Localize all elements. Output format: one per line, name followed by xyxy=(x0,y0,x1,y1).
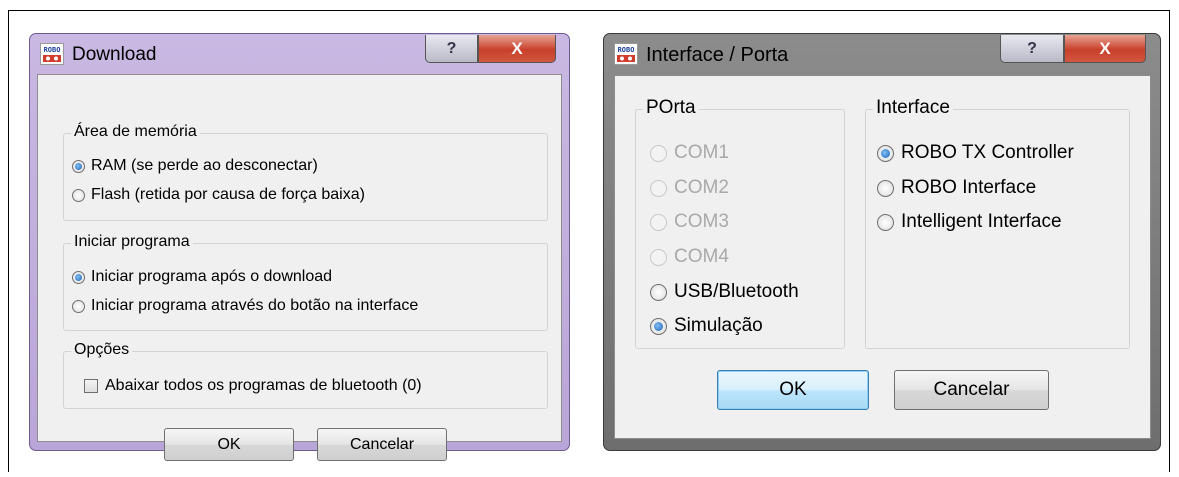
interface-port-dialog: ROBO Interface / Porta ? X POrta COM1 CO… xyxy=(603,33,1161,451)
close-icon: X xyxy=(511,38,523,58)
interface-ok-button[interactable]: OK xyxy=(717,370,869,410)
radio-com1-indicator xyxy=(650,144,667,162)
interface-cancel-button[interactable]: Cancelar xyxy=(894,370,1049,410)
radio-usb-bluetooth[interactable]: USB/Bluetooth xyxy=(650,281,799,303)
robo-icon-text: ROBO xyxy=(618,46,635,54)
close-button[interactable]: X xyxy=(478,35,556,63)
download-dialog: ROBO Download ? X Área de memória RAM (s… xyxy=(29,33,570,461)
start-program-group: Iniciar programa xyxy=(63,233,548,331)
interface-ok-label: OK xyxy=(779,379,807,400)
bluetooth-download-checkbox[interactable]: Abaixar todos os programas de bluetooth … xyxy=(84,377,422,395)
radio-start-via-button-indicator xyxy=(72,299,85,313)
download-cancel-label: Cancelar xyxy=(349,435,415,453)
close-icon: X xyxy=(1099,38,1111,58)
help-button[interactable]: ? xyxy=(1000,35,1064,63)
radio-com4-label: COM4 xyxy=(674,246,729,267)
help-button[interactable]: ? xyxy=(425,35,478,63)
radio-robo-tx-controller-label: ROBO TX Controller xyxy=(901,142,1074,163)
radio-start-after-download-label: Iniciar programa após o download xyxy=(91,268,333,285)
radio-robo-interface-label: ROBO Interface xyxy=(901,177,1037,198)
radio-com1[interactable]: COM1 xyxy=(650,142,729,164)
port-group-label: POrta xyxy=(643,97,699,119)
start-program-label: Iniciar programa xyxy=(71,233,193,251)
radio-robo-tx-controller[interactable]: ROBO TX Controller xyxy=(877,142,1074,164)
download-dialog-body: Área de memória RAM (se perde ao descone… xyxy=(37,74,562,461)
radio-ram-indicator xyxy=(72,159,85,173)
download-ok-button[interactable]: OK xyxy=(164,428,294,461)
radio-com3[interactable]: COM3 xyxy=(650,211,729,233)
radio-simulacao-indicator xyxy=(650,317,667,335)
interface-port-dialog-title: Interface / Porta xyxy=(646,44,789,66)
help-icon: ? xyxy=(1027,39,1037,57)
radio-robo-tx-controller-indicator xyxy=(877,144,894,162)
radio-com3-label: COM3 xyxy=(674,211,729,232)
memory-area-group: Área de memória xyxy=(63,123,548,221)
radio-usb-bluetooth-label: USB/Bluetooth xyxy=(674,281,799,302)
radio-intelligent-interface[interactable]: Intelligent Interface xyxy=(877,211,1062,233)
radio-start-after-download-indicator xyxy=(72,270,85,284)
interface-cancel-label: Cancelar xyxy=(933,379,1010,400)
radio-flash[interactable]: Flash (retida por causa de força baixa) xyxy=(72,186,365,204)
download-ok-label: OK xyxy=(217,435,241,453)
radio-intelligent-interface-indicator xyxy=(877,213,894,231)
interface-port-titlebar[interactable]: ROBO Interface / Porta ? X xyxy=(604,34,1160,74)
radio-ram[interactable]: RAM (se perde ao desconectar) xyxy=(72,157,318,175)
radio-simulacao[interactable]: Simulação xyxy=(650,315,763,337)
radio-ram-label: RAM (se perde ao desconectar) xyxy=(91,157,318,174)
radio-com2[interactable]: COM2 xyxy=(650,177,729,199)
memory-area-label: Área de memória xyxy=(71,123,200,141)
radio-com2-label: COM2 xyxy=(674,177,729,198)
options-label: Opções xyxy=(71,341,133,359)
radio-start-via-button-label: Iniciar programa através do botão na int… xyxy=(91,297,419,314)
radio-flash-indicator xyxy=(72,188,85,202)
radio-com2-indicator xyxy=(650,179,667,197)
radio-robo-interface[interactable]: ROBO Interface xyxy=(877,177,1036,199)
radio-com4-indicator xyxy=(650,248,667,266)
bluetooth-download-checkbox-box xyxy=(84,379,98,393)
radio-com1-label: COM1 xyxy=(674,142,729,163)
radio-start-via-button[interactable]: Iniciar programa através do botão na int… xyxy=(72,297,418,315)
robo-app-icon: ROBO xyxy=(40,43,64,65)
close-button[interactable]: X xyxy=(1064,35,1146,63)
radio-simulacao-label: Simulação xyxy=(674,315,763,336)
radio-com4[interactable]: COM4 xyxy=(650,246,729,268)
radio-start-after-download[interactable]: Iniciar programa após o download xyxy=(72,268,332,286)
robo-app-icon: ROBO xyxy=(614,43,638,65)
interface-port-dialog-body: POrta COM1 COM2 COM3 COM4 USB/Bluetooth … xyxy=(614,75,1151,439)
radio-intelligent-interface-label: Intelligent Interface xyxy=(901,211,1062,232)
bluetooth-download-checkbox-label: Abaixar todos os programas de bluetooth … xyxy=(105,377,422,394)
radio-com3-indicator xyxy=(650,213,667,231)
radio-flash-label: Flash (retida por causa de força baixa) xyxy=(91,186,365,203)
radio-robo-interface-indicator xyxy=(877,179,894,197)
download-titlebar[interactable]: ROBO Download ? X xyxy=(30,34,569,74)
radio-usb-bluetooth-indicator xyxy=(650,283,667,301)
robo-icon-text: ROBO xyxy=(44,46,61,54)
download-cancel-button[interactable]: Cancelar xyxy=(317,428,447,461)
interface-group-label: Interface xyxy=(873,97,953,119)
download-dialog-title: Download xyxy=(72,44,157,65)
help-icon: ? xyxy=(446,39,457,57)
